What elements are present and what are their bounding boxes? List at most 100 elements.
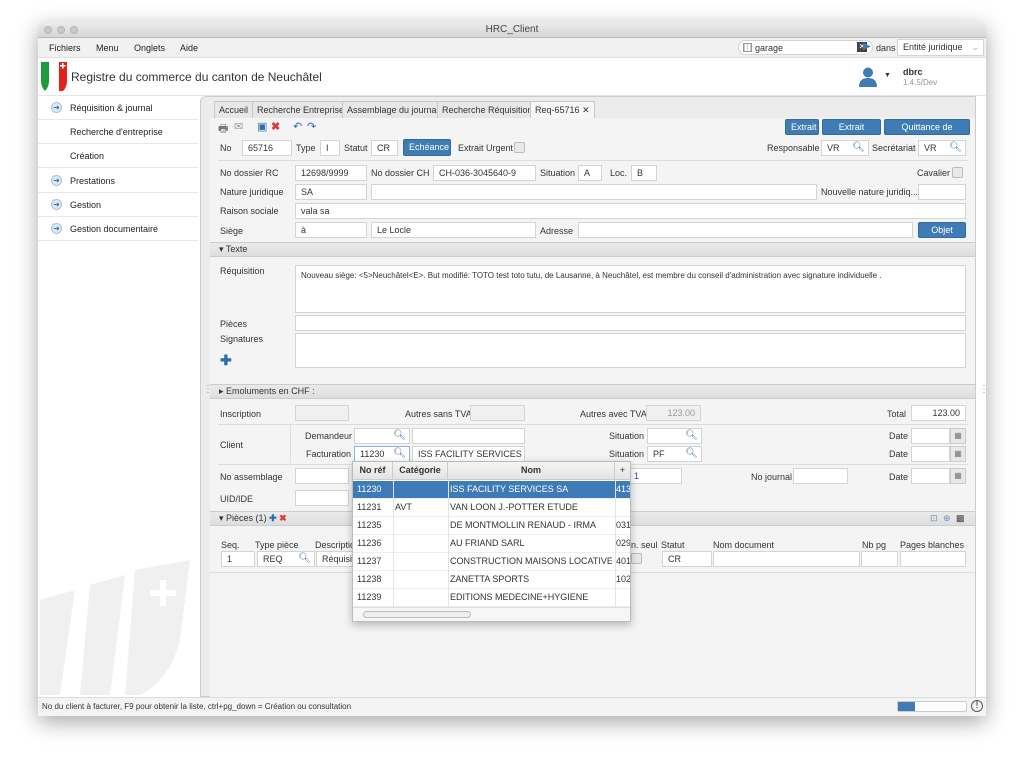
sidebar-item-gestion[interactable]: ➜ Gestion: [38, 193, 198, 217]
undo-icon[interactable]: ↶: [293, 120, 302, 133]
qr-code-icon[interactable]: ▩: [956, 513, 965, 524]
search-icon[interactable]: 🔍︎: [685, 447, 698, 461]
save-icon[interactable]: ▣: [257, 120, 267, 133]
tab-req-65716[interactable]: Req-65716 ✕: [530, 101, 595, 118]
horizontal-scrollbar[interactable]: [353, 607, 630, 621]
add-signature-icon[interactable]: ✚: [220, 352, 232, 369]
nature-field[interactable]: SA: [295, 184, 367, 200]
menu-menu[interactable]: Menu: [96, 43, 119, 53]
menu-onglets[interactable]: Onglets: [134, 43, 165, 53]
quittance-caisse-button[interactable]: Quittance de caisse: [884, 119, 970, 146]
type-field[interactable]: I: [320, 140, 340, 156]
uid-field[interactable]: [295, 490, 349, 506]
search-icon[interactable]: 🔍︎: [393, 447, 406, 461]
scrollbar-thumb[interactable]: [363, 611, 471, 618]
seq-field[interactable]: 1: [221, 551, 255, 567]
objet-button[interactable]: Objet e...: [918, 222, 966, 249]
maximize-window-button[interactable]: [70, 26, 78, 34]
secretariat-field[interactable]: VR 🔍︎: [918, 140, 966, 156]
nouvelle-nature-field[interactable]: [918, 184, 966, 200]
extrait-limite-button[interactable]: Extrait limité: [822, 119, 881, 146]
popup-row[interactable]: 11239 EDITIONS MEDECINE+HYGIENE: [353, 589, 630, 607]
responsable-field[interactable]: VR 🔍︎: [821, 140, 869, 156]
popup-row[interactable]: 11235 DE MONTMOLLIN RENAUD - IRMA 031: [353, 517, 630, 535]
signatures-textarea[interactable]: [295, 333, 966, 368]
loc-field[interactable]: B: [631, 165, 657, 181]
nb-pg-field[interactable]: [861, 551, 898, 567]
seul-checkbox[interactable]: [631, 553, 642, 564]
adresse-field[interactable]: [578, 222, 913, 238]
col-more[interactable]: +: [615, 462, 630, 480]
print-icon[interactable]: 🖶: [218, 120, 228, 139]
menu-fichiers[interactable]: Fichiers: [49, 43, 81, 53]
journal-date-field[interactable]: [911, 468, 950, 484]
sidebar-item-gestion-documentaire[interactable]: ➜ Gestion documentaire: [38, 217, 198, 241]
no-field[interactable]: 65716: [242, 140, 292, 156]
raison-sociale-field[interactable]: vala sa: [295, 203, 966, 219]
search-scope-select[interactable]: Entité juridique ⌄: [897, 39, 984, 56]
mail-icon[interactable]: ✉: [234, 120, 243, 133]
zoom-document-icon[interactable]: ⊡: [930, 513, 938, 524]
global-search-input[interactable]: garage ✕: [738, 40, 873, 55]
menu-aide[interactable]: Aide: [180, 43, 198, 53]
calendar-icon[interactable]: ▦: [950, 468, 966, 484]
cavalier-checkbox[interactable]: [952, 167, 963, 178]
total-field[interactable]: 123.00: [911, 405, 966, 421]
search-icon[interactable]: 🔍︎: [949, 141, 962, 155]
facturation-date-field[interactable]: [911, 446, 950, 462]
search-icon[interactable]: 🔍︎: [852, 141, 865, 155]
nom-document-field[interactable]: [713, 551, 860, 567]
sidebar-item-requisition-journal[interactable]: ➜ Réquisition & journal: [38, 96, 198, 120]
client-lookup-popup[interactable]: No réf Catégorie Nom + 11230 ISS FACILITY…: [352, 461, 631, 622]
splitter-handle-right[interactable]: ⋮: [979, 385, 989, 395]
situation-field[interactable]: A: [578, 165, 602, 181]
extrait-button[interactable]: Extrait: [785, 119, 819, 135]
no-assemblage-field[interactable]: [295, 468, 349, 484]
siege-field[interactable]: Le Locle: [371, 222, 536, 238]
popup-row[interactable]: 11236 AU FRIAND SARL 029: [353, 535, 630, 553]
upload-icon[interactable]: ⊕: [943, 513, 951, 524]
add-piece-icon[interactable]: ✚: [269, 513, 277, 523]
no-journal-field[interactable]: [793, 468, 848, 484]
demandeur-nom-field[interactable]: [412, 428, 525, 444]
sidebar-item-creation[interactable]: Création: [38, 144, 198, 168]
popup-row[interactable]: 11231 AVT VAN LOON J.-POTTER ETUDE: [353, 499, 630, 517]
demandeur-no-field[interactable]: 🔍︎: [354, 428, 410, 444]
facturation-no-field[interactable]: 11230 🔍︎: [354, 446, 410, 462]
demandeur-situation-field[interactable]: 🔍︎: [647, 428, 702, 444]
description-field[interactable]: Réquisiti: [316, 551, 356, 567]
extrait-urgent-checkbox[interactable]: [514, 142, 525, 153]
sidebar-item-recherche-entreprise[interactable]: Recherche d'entreprise: [38, 120, 198, 144]
col-no-ref[interactable]: No réf: [353, 462, 393, 480]
search-go-icon[interactable]: ▶: [863, 41, 871, 52]
close-tab-icon[interactable]: ✕: [582, 105, 590, 115]
delete-icon[interactable]: ✖: [271, 120, 280, 133]
assemblage-seq-field[interactable]: 1: [628, 468, 682, 484]
facturation-nom-field[interactable]: ISS FACILITY SERVICES SA: [412, 446, 525, 462]
delete-piece-icon[interactable]: ✖: [279, 513, 287, 523]
tab-recherche-entreprise[interactable]: Recherche Entreprise: [252, 101, 350, 118]
search-icon[interactable]: 🔍︎: [298, 552, 311, 566]
pieces-field[interactable]: [295, 315, 966, 331]
redo-icon[interactable]: ↷: [307, 120, 316, 133]
facturation-situation-field[interactable]: PF 🔍︎: [647, 446, 702, 462]
search-icon[interactable]: 🔍︎: [685, 429, 698, 443]
type-piece-field[interactable]: REQ 🔍︎: [257, 551, 315, 567]
statut-field[interactable]: CR: [371, 140, 398, 156]
echeance-button[interactable]: Echéance: [403, 139, 451, 156]
calendar-icon[interactable]: ▦: [950, 446, 966, 462]
dossier-rc-field[interactable]: 12698/9999: [295, 165, 367, 181]
nature-desc-field[interactable]: [371, 184, 817, 200]
popup-row[interactable]: 11230 ISS FACILITY SERVICES SA 413: [353, 481, 630, 499]
close-window-button[interactable]: [44, 26, 52, 34]
user-menu-caret-icon[interactable]: ▼: [884, 72, 891, 79]
requisition-textarea[interactable]: Nouveau siège: <5>Neuchâtel<E>. But modi…: [295, 265, 966, 313]
piece-statut-field[interactable]: CR: [662, 551, 712, 567]
emoluments-section-header[interactable]: ▸ Emoluments en CHF :: [210, 384, 975, 399]
col-categorie[interactable]: Catégorie: [393, 462, 448, 480]
tab-assemblage-journal[interactable]: Assemblage du journal: [342, 101, 444, 118]
search-icon[interactable]: 🔍︎: [393, 429, 406, 443]
pages-blanches-field[interactable]: [900, 551, 966, 567]
demandeur-date-field[interactable]: [911, 428, 950, 444]
tab-recherche-requisition[interactable]: Recherche Réquisition: [437, 101, 538, 118]
